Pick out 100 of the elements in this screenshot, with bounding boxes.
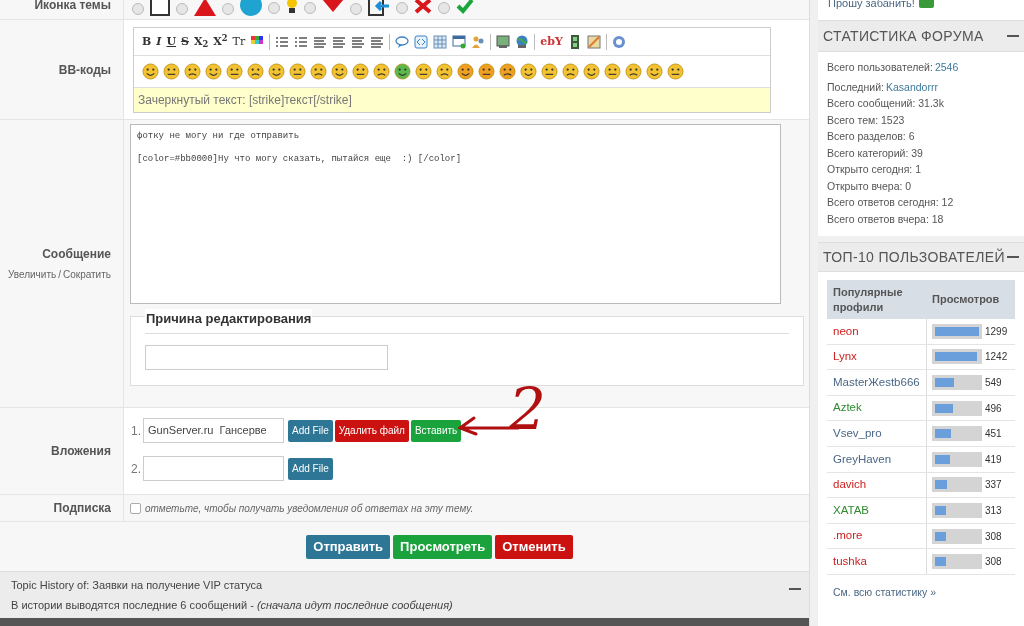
info-icon — [240, 0, 262, 16]
shrink-link[interactable]: Сократить — [62, 267, 111, 282]
stat-link[interactable]: 2546 — [934, 60, 959, 75]
user-link[interactable]: GreyHaven — [833, 450, 892, 468]
add-button[interactable]: Add File — [288, 419, 333, 442]
smiley-icon[interactable] — [373, 63, 390, 80]
smiley-icon[interactable] — [646, 63, 663, 80]
submit-button[interactable]: Отправить — [306, 534, 391, 559]
align-icon[interactable] — [351, 34, 366, 49]
stat-link[interactable]: Kasandorrr — [885, 79, 938, 94]
smiley-icon[interactable] — [268, 63, 285, 80]
stat-text: Всего разделов: 6 — [827, 129, 915, 144]
panel-title: ТОП-10 ПОЛЬЗОВАТЕЛЕЙ — [823, 247, 1005, 267]
input-field[interactable] — [145, 344, 388, 370]
enlarge-link[interactable]: Увеличить — [7, 267, 57, 282]
toolbar-button[interactable]: Tr — [232, 36, 246, 47]
smiley-icon[interactable] — [604, 63, 621, 80]
toolbar-button[interactable]: ebY — [540, 36, 563, 47]
cancel-button[interactable]: Отменить — [495, 534, 573, 559]
smiley-icon[interactable] — [415, 63, 432, 80]
radio-button[interactable] — [176, 3, 188, 15]
user-link[interactable]: tushka — [833, 553, 867, 571]
user-link[interactable]: Lynx — [833, 348, 857, 366]
code-icon[interactable] — [414, 34, 429, 49]
preview-button[interactable]: Просмотреть — [393, 534, 493, 559]
smiley-icon[interactable] — [205, 63, 222, 80]
user-link[interactable]: Aztek — [833, 399, 862, 417]
smiley-icon[interactable] — [583, 63, 600, 80]
toolbar-button[interactable]: B — [142, 36, 152, 47]
smiley-icon[interactable] — [499, 63, 516, 80]
smiley-icon[interactable] — [625, 63, 642, 80]
smiley-icon[interactable] — [310, 63, 327, 80]
image-icon[interactable] — [496, 34, 511, 49]
list-icon[interactable] — [294, 34, 309, 49]
align-icon[interactable] — [313, 34, 328, 49]
file-field[interactable]: GunServer.ru Гансерве — [143, 418, 284, 443]
add-button[interactable]: Add File — [288, 457, 333, 480]
cross-icon — [414, 0, 432, 14]
stat-text: Всего тем: 1523 — [827, 112, 905, 127]
annotation-text: 2 — [509, 380, 546, 438]
radio-button[interactable] — [132, 3, 144, 15]
field-label: Подписка — [53, 500, 111, 517]
smiley-icon[interactable] — [289, 63, 306, 80]
table-icon[interactable] — [433, 34, 448, 49]
globe-icon[interactable] — [515, 34, 530, 49]
stat-text: Открыто вчера: 0 — [827, 178, 912, 193]
speech-bubble-icon[interactable] — [395, 34, 410, 49]
smiley-icon[interactable] — [226, 63, 243, 80]
field-label: Вложения — [51, 443, 111, 460]
user-link[interactable]: XATAB — [833, 501, 869, 520]
checkbox[interactable] — [130, 502, 141, 514]
smiley-icon[interactable] — [184, 63, 201, 80]
radio-button[interactable] — [396, 2, 408, 14]
smiley-icon[interactable] — [520, 63, 537, 80]
file-field[interactable] — [143, 456, 284, 481]
help-icon[interactable] — [611, 34, 626, 49]
toolbar-button[interactable]: U — [166, 36, 177, 47]
user-link[interactable]: MasterЖestb666 — [833, 373, 920, 392]
smiley-icon[interactable] — [331, 63, 348, 80]
radio-button[interactable] — [222, 3, 234, 15]
smiley-icon[interactable] — [394, 63, 411, 80]
users-icon[interactable] — [471, 34, 486, 49]
smiley-icon[interactable] — [247, 63, 264, 80]
toolbar-button[interactable]: I — [156, 36, 162, 47]
window-icon[interactable] — [452, 34, 467, 49]
radio-button[interactable] — [304, 2, 316, 14]
warning-icon — [194, 0, 216, 16]
stat-label: Последний: — [827, 79, 884, 94]
smiley-icon[interactable] — [142, 63, 159, 80]
column-header: Просмотров — [931, 292, 1000, 308]
radio-button[interactable] — [438, 2, 450, 14]
views-count: 308 — [985, 529, 1002, 544]
user-link[interactable]: Vsev_pro — [833, 425, 882, 443]
all-stats-link[interactable]: См. всю статистику » — [827, 584, 1015, 601]
user-link[interactable]: davich — [833, 476, 867, 494]
views-count: 313 — [985, 503, 1002, 518]
message-field[interactable]: фотку не могу ни где отправить [color=#bb0000]Ну что могу сказать, пытайся еще :) [/color] — [130, 124, 781, 304]
toolbar-button[interactable]: S — [181, 36, 189, 47]
smiley-icon[interactable] — [352, 63, 369, 80]
smiley-icon[interactable] — [541, 63, 558, 80]
smiley-icon[interactable] — [457, 63, 474, 80]
insert-button[interactable]: Вставить — [410, 419, 462, 442]
stat-label: Всего пользователей: — [827, 60, 933, 75]
delete-button[interactable]: Удалить файл — [334, 419, 409, 442]
smiley-icon[interactable] — [667, 63, 684, 80]
list-icon[interactable] — [275, 34, 290, 49]
smiley-icon[interactable] — [478, 63, 495, 80]
radio-button[interactable] — [268, 2, 280, 14]
radio-button[interactable] — [350, 3, 362, 15]
user-link[interactable]: .more — [833, 527, 863, 545]
toolbar-button[interactable]: X$^{2}$ — [213, 36, 228, 47]
align-icon[interactable] — [332, 34, 347, 49]
views-count: 1242 — [985, 350, 1008, 365]
smiley-icon[interactable] — [436, 63, 453, 80]
align-icon[interactable] — [370, 34, 385, 49]
smiley-icon[interactable] — [163, 63, 180, 80]
check-icon — [456, 0, 474, 14]
toolbar-button[interactable]: X$_{2}$ — [194, 36, 209, 47]
smiley-icon[interactable] — [562, 63, 579, 80]
user-link[interactable]: neon — [833, 322, 859, 340]
